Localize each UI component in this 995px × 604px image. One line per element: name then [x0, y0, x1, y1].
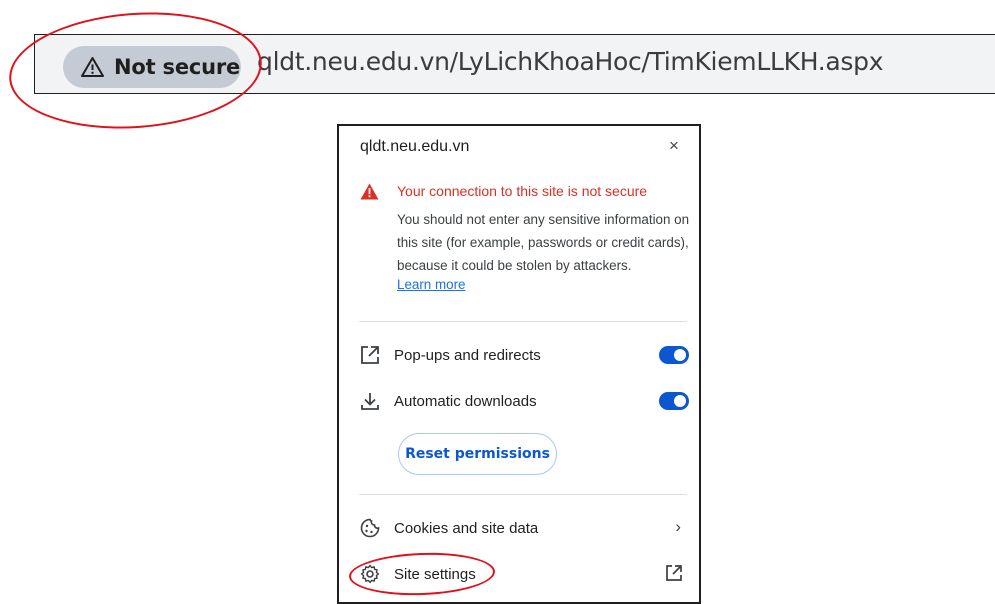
popups-redirects-row: Pop-ups and redirects: [359, 343, 689, 367]
url-text[interactable]: qldt.neu.edu.vn/LyLichKhoaHoc/TimKiemLLK…: [257, 47, 884, 76]
learn-more-link[interactable]: Learn more: [397, 277, 465, 292]
popup-host: qldt.neu.edu.vn: [360, 138, 470, 155]
not-secure-chip[interactable]: Not secure: [63, 46, 241, 88]
divider: [359, 494, 687, 495]
address-bar[interactable]: Not secure qldt.neu.edu.vn/LyLichKhoaHoc…: [34, 34, 995, 94]
cookie-icon: [360, 518, 380, 538]
popups-redirects-label: Pop-ups and redirects: [394, 346, 541, 364]
site-settings-row[interactable]: Site settings: [359, 562, 689, 586]
cookies-site-data-row[interactable]: Cookies and site data ›: [359, 516, 689, 540]
popups-redirects-toggle[interactable]: [659, 346, 689, 364]
open-in-new-icon: [361, 346, 379, 364]
gear-icon: [360, 564, 380, 584]
chevron-right-icon: ›: [675, 517, 681, 536]
cookies-site-data-label: Cookies and site data: [394, 519, 539, 537]
warning-title: Your connection to this site is not secu…: [397, 183, 648, 199]
warning-triangle-icon: [81, 57, 104, 77]
automatic-downloads-label: Automatic downloads: [394, 392, 537, 410]
site-settings-label: Site settings: [394, 565, 476, 583]
site-info-popup: qldt.neu.edu.vn × Your connection to thi…: [337, 124, 701, 604]
close-icon[interactable]: ×: [669, 136, 679, 156]
warning-body: You should not enter any sensitive infor…: [397, 212, 690, 273]
automatic-downloads-toggle[interactable]: [659, 392, 689, 410]
reset-permissions-button[interactable]: Reset permissions: [398, 433, 557, 475]
warning-triangle-icon: [360, 183, 379, 200]
automatic-downloads-row: Automatic downloads: [359, 389, 689, 413]
download-icon: [361, 393, 379, 410]
not-secure-label: Not secure: [114, 55, 241, 79]
divider: [359, 321, 687, 322]
open-in-new-icon: [666, 565, 682, 581]
